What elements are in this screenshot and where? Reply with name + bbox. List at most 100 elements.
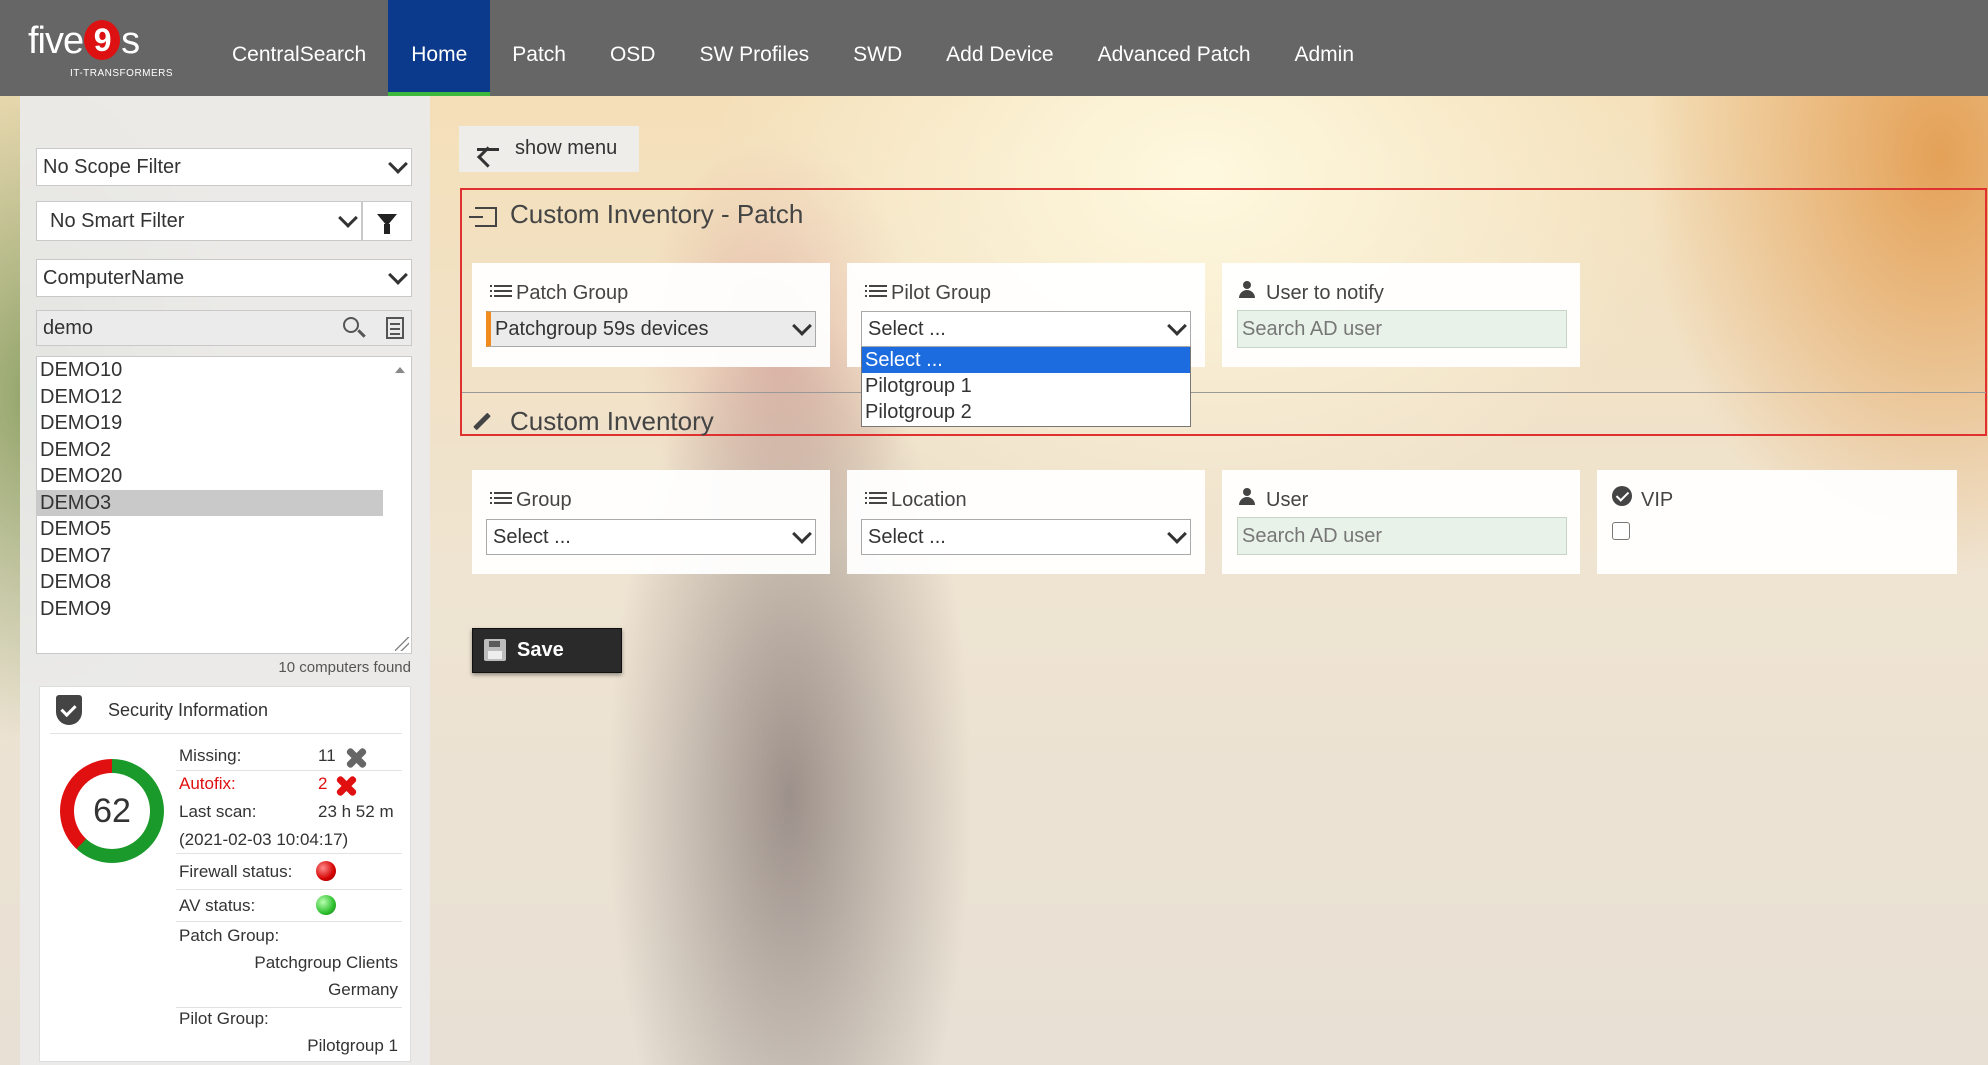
resize-handle-icon[interactable] — [395, 637, 409, 651]
logo-suffix: s — [121, 20, 140, 62]
scope-filter-select[interactable]: No Scope Filter — [36, 148, 412, 186]
logo-wordmark: five 9 s — [28, 20, 140, 63]
show-menu-label: show menu — [515, 137, 618, 159]
filter-button[interactable] — [362, 201, 412, 241]
search-icon[interactable] — [343, 317, 359, 333]
user-input-placeholder: Search AD user — [1242, 524, 1383, 547]
security-score-donut: 62 — [60, 759, 164, 863]
pilot-group-option[interactable]: Pilotgroup 1 — [862, 373, 1190, 399]
list-icon — [490, 492, 512, 494]
patch-group-value-line2: Germany — [328, 980, 398, 999]
user-input[interactable]: Search AD user — [1237, 517, 1567, 555]
pilot-group-option[interactable]: Select ... — [862, 347, 1190, 373]
chevron-down-icon — [388, 154, 408, 174]
chevron-down-icon — [792, 524, 812, 544]
user-icon — [1239, 488, 1255, 506]
nav-menu: CentralSearch Home Patch OSD SW Profiles SWD A… — [210, 0, 1376, 96]
divider — [176, 1007, 402, 1008]
group-select[interactable]: Select ... — [486, 519, 816, 555]
nav-item-patch[interactable]: Patch — [490, 0, 588, 96]
security-info-title: Security Information — [108, 700, 269, 720]
computer-list-item[interactable]: DEMO7 — [37, 543, 383, 570]
computer-list-item[interactable]: DEMO20 — [37, 463, 383, 490]
missing-value: 11 — [318, 746, 336, 765]
nav-item-osd[interactable]: OSD — [588, 0, 678, 96]
user-icon — [1239, 281, 1255, 299]
divider — [176, 921, 402, 922]
firewall-status-indicator — [316, 861, 336, 881]
computer-items: DEMO10 DEMO12 DEMO19 DEMO2 DEMO20 DEMO3 DEMO5 D… — [37, 357, 411, 622]
list-view-icon[interactable] — [386, 317, 404, 339]
group-field-label: Group — [516, 489, 572, 511]
security-score-value: 62 — [74, 773, 150, 849]
chevron-down-icon — [1167, 316, 1187, 336]
pilot-group-option[interactable]: Pilotgroup 2 — [862, 399, 1190, 425]
user-to-notify-placeholder: Search AD user — [1242, 317, 1383, 340]
group-select-value: Select ... — [493, 525, 571, 548]
list-icon — [865, 492, 887, 494]
pilot-group-dropdown[interactable]: Select ... Pilotgroup 1 Pilotgroup 2 — [861, 347, 1191, 427]
save-button-label: Save — [517, 639, 564, 661]
last-scan-label: Last scan: — [179, 802, 257, 821]
nav-item-centralsearch[interactable]: CentralSearch — [210, 0, 388, 96]
logo-subtitle: IT-TRANSFORMERS — [70, 68, 174, 79]
location-field-label: Location — [891, 489, 967, 511]
section-divider — [462, 392, 1986, 393]
login-icon — [469, 207, 497, 227]
av-status-label: AV status: — [179, 896, 256, 915]
check-circle-icon — [1612, 486, 1632, 506]
list-icon — [865, 285, 887, 287]
pilot-group-select[interactable]: Select ... — [861, 311, 1191, 347]
computer-list-item[interactable]: DEMO5 — [37, 516, 383, 543]
vip-card — [1597, 470, 1957, 574]
nav-item-sw-profiles[interactable]: SW Profiles — [677, 0, 831, 96]
computer-search-value: demo — [43, 316, 94, 339]
patch-icon — [346, 748, 366, 768]
autofix-value: 2 — [318, 774, 328, 793]
nav-item-swd[interactable]: SWD — [831, 0, 924, 96]
nav-item-admin[interactable]: Admin — [1273, 0, 1377, 96]
vip-field-label: VIP — [1641, 489, 1674, 511]
search-field-value: ComputerName — [43, 266, 185, 289]
patch-group-select-value: Patchgroup 59s devices — [495, 317, 709, 340]
patch-group-field-label: Patch Group — [516, 282, 629, 304]
patch-group-select[interactable]: Patchgroup 59s devices — [486, 311, 816, 347]
divider — [176, 889, 402, 890]
nav-item-home[interactable]: Home — [388, 0, 491, 96]
computer-list-item[interactable]: DEMO10 — [37, 357, 383, 384]
user-field-label: User — [1266, 489, 1309, 511]
computers-found-count: 10 computers found — [278, 659, 411, 676]
pilot-group-value: Pilotgroup 1 — [307, 1036, 398, 1055]
scroll-up-icon[interactable] — [395, 367, 405, 373]
location-select[interactable]: Select ... — [861, 519, 1191, 555]
divider — [50, 733, 402, 734]
av-status-indicator — [316, 895, 336, 915]
computer-list-item[interactable]: DEMO2 — [37, 437, 383, 464]
pilot-group-select-value: Select ... — [868, 317, 946, 340]
patch-autofix-icon — [336, 776, 356, 796]
firewall-status-label: Firewall status: — [179, 862, 293, 881]
missing-label: Missing: — [179, 746, 242, 765]
floppy-disk-icon — [484, 639, 506, 661]
show-menu-button[interactable]: show menu — [459, 126, 639, 172]
save-button[interactable]: Save — [472, 628, 622, 673]
user-to-notify-label: User to notify — [1266, 282, 1384, 304]
vip-checkbox[interactable] — [1612, 522, 1630, 540]
pilot-group-field-label: Pilot Group — [891, 282, 992, 304]
computer-list[interactable]: DEMO10 DEMO12 DEMO19 DEMO2 DEMO20 DEMO3 DEMO5 D… — [36, 356, 412, 654]
section-title-inventory: Custom Inventory — [510, 406, 714, 436]
logo[interactable]: five 9 s IT-TRANSFORMERS — [28, 16, 188, 80]
nav-item-advanced-patch[interactable]: Advanced Patch — [1076, 0, 1273, 96]
smart-filter-select[interactable]: No Smart Filter — [36, 201, 362, 241]
nav-item-add-device[interactable]: Add Device — [924, 0, 1075, 96]
chevron-down-icon — [1167, 524, 1187, 544]
computer-list-item[interactable]: DEMO8 — [37, 569, 383, 596]
computer-list-item[interactable]: DEMO12 — [37, 384, 383, 411]
divider — [176, 853, 402, 854]
shield-check-icon — [56, 695, 82, 725]
computer-list-item[interactable]: DEMO19 — [37, 410, 383, 437]
user-to-notify-input[interactable]: Search AD user — [1237, 310, 1567, 348]
search-field-select[interactable]: ComputerName — [36, 259, 412, 297]
computer-list-item[interactable]: DEMO9 — [37, 596, 383, 623]
computer-list-item[interactable]: DEMO3 — [37, 489, 383, 516]
